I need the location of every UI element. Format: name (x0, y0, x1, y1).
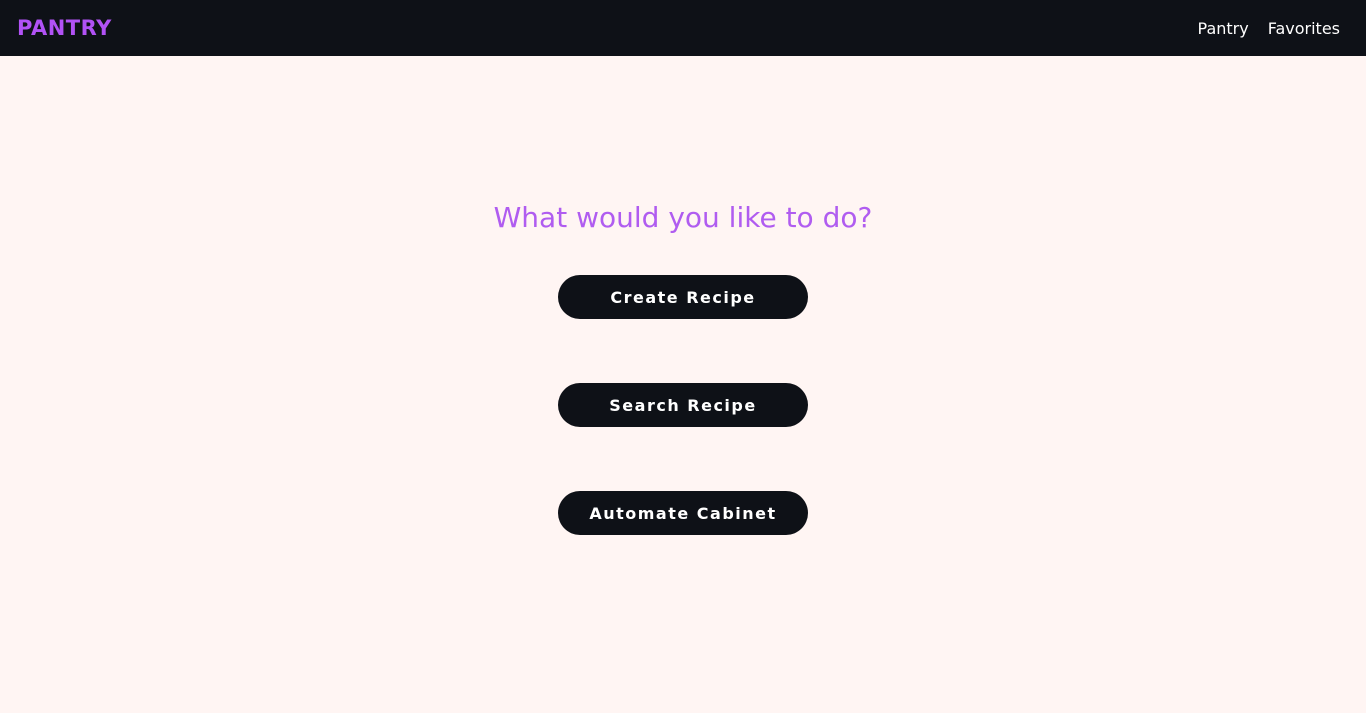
logo[interactable]: PANTRY (17, 16, 112, 40)
create-recipe-button[interactable]: Create Recipe (558, 275, 808, 319)
automate-cabinet-button[interactable]: Automate Cabinet (558, 491, 808, 535)
navbar: PANTRY Pantry Favorites (0, 0, 1366, 56)
page-heading: What would you like to do? (493, 201, 873, 234)
nav-link-favorites[interactable]: Favorites (1268, 19, 1340, 38)
nav-link-pantry[interactable]: Pantry (1198, 19, 1249, 38)
nav-links: Pantry Favorites (1198, 19, 1340, 38)
search-recipe-button[interactable]: Search Recipe (558, 383, 808, 427)
